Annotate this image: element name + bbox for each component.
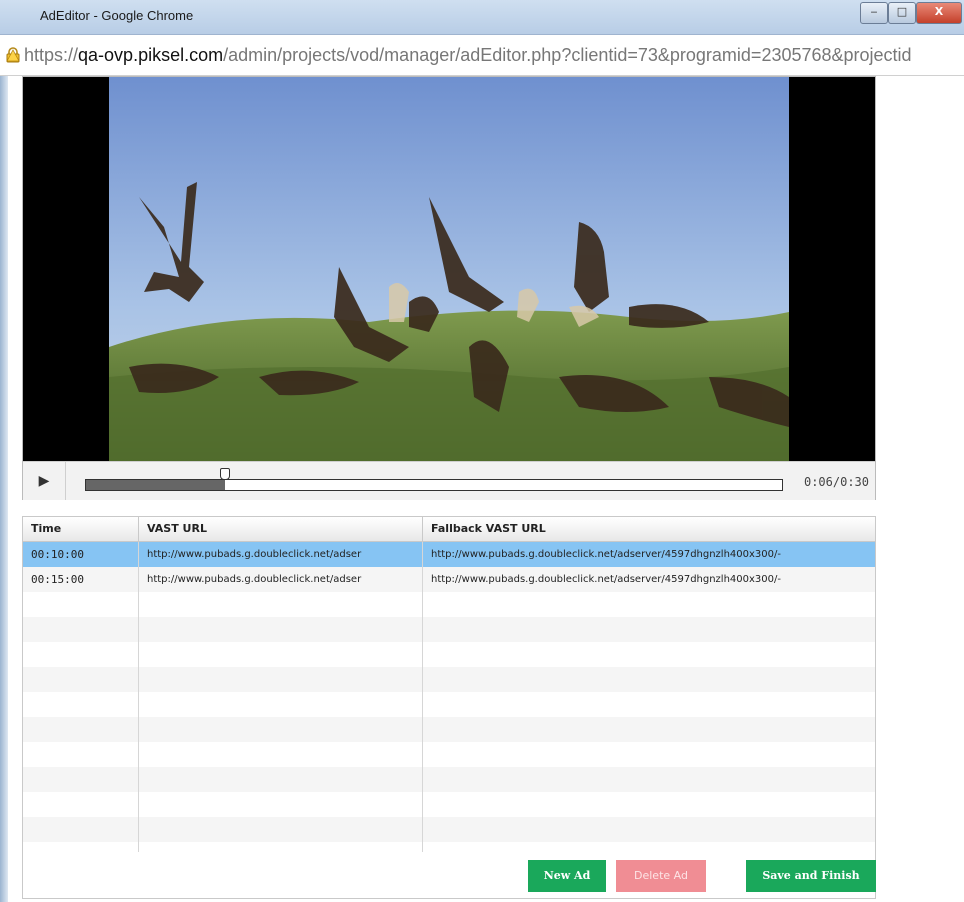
cell-vast-url: http://www.pubads.g.doubleclick.net/adse… — [139, 567, 423, 592]
url-path: /admin/projects/vod/manager/adEditor.php… — [223, 45, 912, 65]
cell-vast-url — [139, 592, 423, 617]
table-row[interactable] — [23, 792, 875, 817]
table-row[interactable] — [23, 742, 875, 767]
table-row[interactable] — [23, 617, 875, 642]
play-icon: ▶ — [38, 473, 50, 489]
column-header-fallback-vast-url[interactable]: Fallback VAST URL — [423, 517, 875, 541]
table-row[interactable] — [23, 767, 875, 792]
lock-warning-icon — [6, 47, 20, 63]
cell-fallback-vast-url: http://www.pubads.g.doubleclick.net/adse… — [431, 574, 781, 585]
table-row[interactable] — [23, 667, 875, 692]
cell-vast-url — [139, 642, 423, 667]
table-header: Time VAST URL Fallback VAST URL — [23, 517, 875, 542]
url-text[interactable]: https://qa-ovp.piksel.com/admin/projects… — [24, 45, 912, 66]
column-header-vast-url[interactable]: VAST URL — [139, 517, 423, 541]
cell-time — [23, 717, 139, 742]
address-bar[interactable]: https://qa-ovp.piksel.com/admin/projects… — [0, 35, 964, 76]
cell-time — [23, 592, 139, 617]
cell-vast-url — [139, 742, 423, 767]
cell-time — [23, 667, 139, 692]
cell-fallback-vast-url — [423, 692, 875, 717]
time-readout: 0:06/0:30 — [803, 475, 869, 489]
table-row[interactable] — [23, 642, 875, 667]
cell-time — [23, 792, 139, 817]
save-and-finish-button[interactable]: Save and Finish — [746, 860, 876, 892]
cell-time — [23, 617, 139, 642]
delete-ad-button[interactable]: Delete Ad — [616, 860, 706, 892]
cell-time: 00:15:00 — [23, 567, 139, 592]
minimize-button[interactable]: ‒ — [860, 2, 888, 24]
cell-time — [23, 742, 139, 767]
seek-handle[interactable] — [220, 468, 231, 480]
table-row[interactable] — [23, 717, 875, 742]
cell-vast-url — [139, 767, 423, 792]
cell-vast-url: http://www.pubads.g.doubleclick.net/adse… — [139, 542, 423, 567]
cell-fallback-vast-url — [423, 667, 875, 692]
cell-time — [23, 642, 139, 667]
table-row[interactable] — [23, 592, 875, 617]
close-button[interactable]: X — [916, 2, 962, 24]
cell-fallback-vast-url — [423, 617, 875, 642]
cell-fallback-vast-url — [423, 817, 875, 842]
cell-vast-url — [139, 617, 423, 642]
player-controls: ▶ 0:06/0:30 — [23, 461, 875, 500]
cell-fallback-vast-url — [423, 792, 875, 817]
cell-fallback-vast-url — [423, 742, 875, 767]
video-content-image — [109, 77, 789, 461]
play-button[interactable]: ▶ — [23, 462, 66, 500]
cell-time — [23, 817, 139, 842]
new-ad-button[interactable]: New Ad — [528, 860, 606, 892]
cell-vast-url — [139, 667, 423, 692]
window-titlebar: AdEditor - Google Chrome ‒ □ X — [0, 0, 964, 35]
cell-time: 00:10:00 — [23, 542, 139, 567]
cell-vast-url — [139, 817, 423, 842]
cell-fallback-vast-url — [423, 717, 875, 742]
url-host: qa-ovp.piksel.com — [78, 45, 224, 65]
cell-time — [23, 692, 139, 717]
cell-fallback-vast-url — [423, 642, 875, 667]
cell-fallback-vast-url: http://www.pubads.g.doubleclick.net/adse… — [431, 549, 781, 560]
cell-time — [23, 767, 139, 792]
cell-vast-url — [139, 792, 423, 817]
maximize-button[interactable]: □ — [888, 2, 916, 24]
table-row[interactable]: 00:10:00 http://www.pubads.g.doubleclick.… — [23, 542, 875, 567]
cell-vast-url — [139, 692, 423, 717]
cell-vast-url — [139, 717, 423, 742]
table-row[interactable]: 00:15:00 http://www.pubads.g.doubleclick.… — [23, 567, 875, 592]
url-protocol: https:// — [24, 45, 79, 65]
table-row[interactable] — [23, 817, 875, 842]
window-frame-edge — [0, 76, 8, 902]
seek-bar[interactable] — [85, 479, 783, 491]
action-bar: New Ad Delete Ad Save and Finish — [22, 852, 876, 899]
seek-bar-played — [86, 480, 226, 490]
ads-table: Time VAST URL Fallback VAST URL 00:10:00… — [22, 516, 876, 854]
cell-fallback-vast-url — [423, 592, 875, 617]
table-body: 00:10:00 http://www.pubads.g.doubleclick.… — [23, 542, 875, 853]
window-title: AdEditor - Google Chrome — [40, 8, 194, 23]
video-player[interactable]: ▶ 0:06/0:30 — [22, 76, 876, 500]
column-header-time[interactable]: Time — [23, 517, 139, 541]
table-row[interactable] — [23, 692, 875, 717]
video-frame[interactable] — [109, 77, 789, 461]
cell-fallback-vast-url — [423, 767, 875, 792]
